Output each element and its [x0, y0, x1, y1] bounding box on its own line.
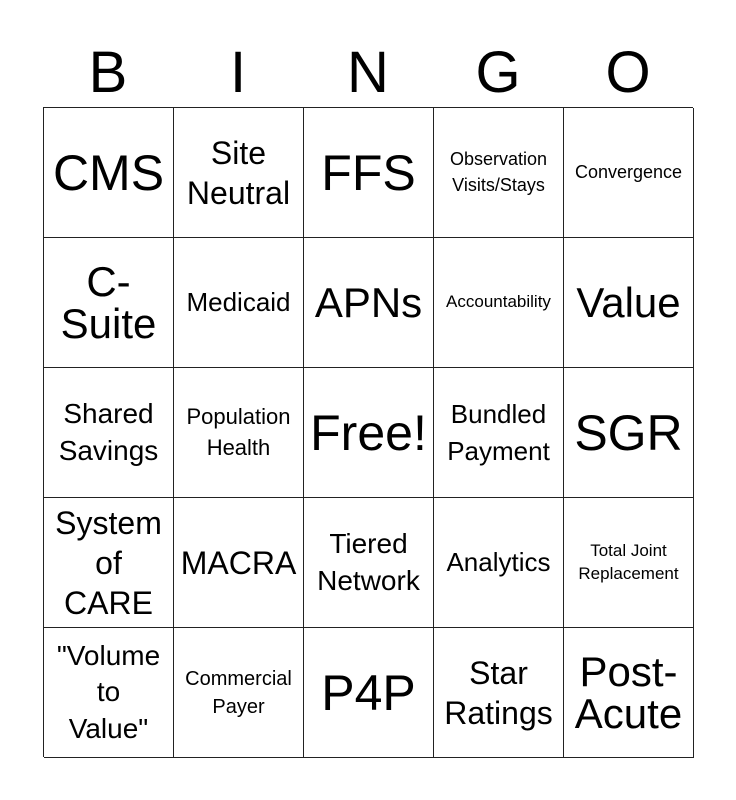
bingo-cell[interactable]: APNs: [304, 238, 434, 368]
header-letter: N: [347, 40, 389, 105]
bingo-cell[interactable]: C- Suite: [44, 238, 174, 368]
bingo-card-grid: CMS Site Neutral FFS Observation Visits/Sta…: [43, 107, 694, 758]
bingo-cell-free[interactable]: Free!: [304, 368, 434, 498]
bingo-cell[interactable]: System of CARE: [44, 498, 174, 628]
bingo-cell[interactable]: FFS: [304, 108, 434, 238]
bingo-cell[interactable]: Commercial Payer: [174, 628, 304, 758]
bingo-header: B I N G O: [43, 40, 693, 106]
bingo-cell[interactable]: P4P: [304, 628, 434, 758]
bingo-cell[interactable]: Observation Visits/Stays: [434, 108, 564, 238]
bingo-cell[interactable]: Star Ratings: [434, 628, 564, 758]
bingo-cell[interactable]: MACRA: [174, 498, 304, 628]
bingo-cell[interactable]: "Volume to Value": [44, 628, 174, 758]
bingo-cell[interactable]: SGR: [564, 368, 694, 498]
header-letter: I: [229, 40, 247, 105]
bingo-cell[interactable]: Value: [564, 238, 694, 368]
bingo-cell[interactable]: Total Joint Replacement: [564, 498, 694, 628]
bingo-cell[interactable]: Medicaid: [174, 238, 304, 368]
bingo-cell[interactable]: Accountability: [434, 238, 564, 368]
bingo-cell[interactable]: Population Health: [174, 368, 304, 498]
bingo-cell[interactable]: Shared Savings: [44, 368, 174, 498]
header-letter: G: [475, 40, 521, 105]
bingo-cell[interactable]: Bundled Payment: [434, 368, 564, 498]
bingo-cell[interactable]: Site Neutral: [174, 108, 304, 238]
header-letter: O: [605, 40, 651, 105]
bingo-cell[interactable]: CMS: [44, 108, 174, 238]
bingo-cell[interactable]: Convergence: [564, 108, 694, 238]
bingo-cell[interactable]: Analytics: [434, 498, 564, 628]
bingo-cell[interactable]: Tiered Network: [304, 498, 434, 628]
bingo-cell[interactable]: Post- Acute: [564, 628, 694, 758]
header-letter: B: [88, 40, 128, 105]
